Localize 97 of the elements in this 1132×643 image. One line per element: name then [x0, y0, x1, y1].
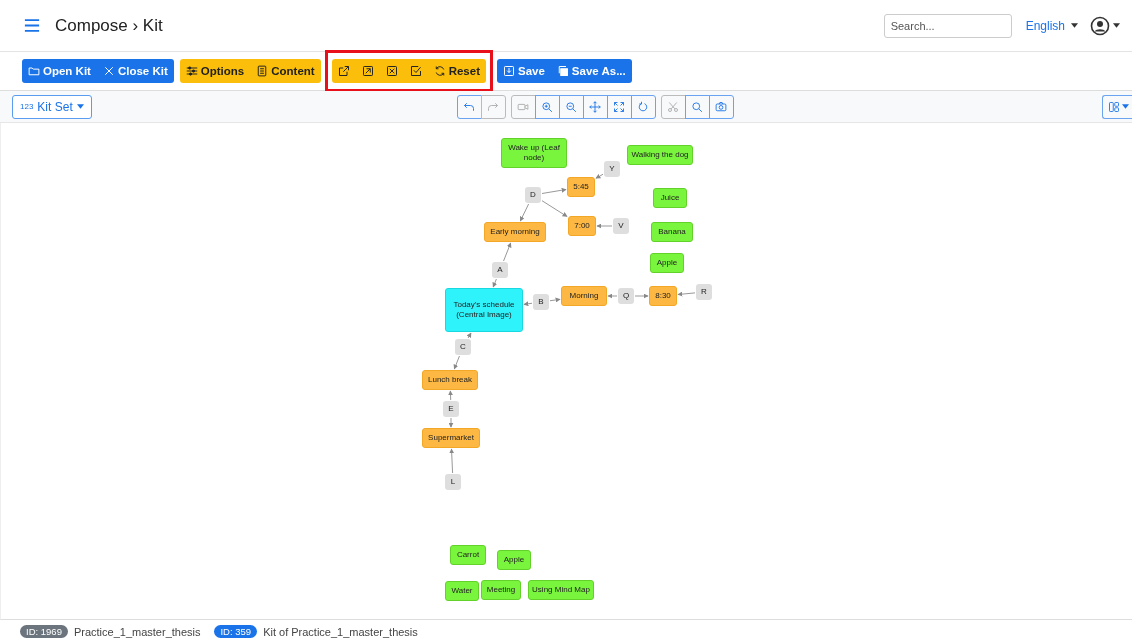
- concept-node[interactable]: 8:30: [649, 286, 677, 306]
- link-node[interactable]: C: [455, 339, 471, 355]
- zoom-in-button[interactable]: [534, 94, 560, 119]
- move-button[interactable]: [582, 94, 608, 119]
- connector: [466, 332, 472, 339]
- toolbar-button[interactable]: Save: [497, 59, 551, 83]
- document-icon: [256, 65, 269, 77]
- kit-name: Kit of Practice_1_master_thesis: [263, 625, 418, 638]
- sliders-icon: [185, 65, 198, 77]
- concept-node[interactable]: Water: [445, 581, 479, 601]
- link-node[interactable]: A: [492, 262, 508, 278]
- undo-button[interactable]: [456, 94, 482, 119]
- connector: [449, 448, 455, 474]
- close-icon: [102, 65, 115, 77]
- caret-icon: [1122, 104, 1129, 109]
- connector: [492, 278, 498, 288]
- concept-node[interactable]: Meeting: [481, 580, 521, 600]
- connector: [541, 187, 567, 194]
- fit-icon: [613, 100, 626, 113]
- link-node[interactable]: Y: [604, 161, 620, 177]
- page-title: Compose › Kit: [55, 15, 163, 36]
- connector: [519, 203, 530, 222]
- layout-dropdown[interactable]: [1102, 94, 1132, 119]
- kit-set-dropdown[interactable]: 123 Kit Set: [12, 94, 92, 119]
- camera-button[interactable]: [708, 94, 734, 119]
- zoom-out-icon: [565, 100, 578, 113]
- search-button[interactable]: [684, 94, 710, 119]
- concept-node[interactable]: Carrot: [450, 545, 486, 565]
- toolbar-button[interactable]: Content: [250, 59, 321, 83]
- connector: [503, 242, 512, 262]
- zoom-out-button[interactable]: [558, 94, 584, 119]
- connector: [596, 223, 613, 229]
- toolbar-button[interactable]: Options: [179, 59, 251, 83]
- undo-icon: [463, 100, 476, 113]
- concept-node[interactable]: Juice: [653, 188, 687, 208]
- concept-node[interactable]: Morning: [561, 286, 607, 306]
- folder-icon: [28, 65, 40, 77]
- concept-node[interactable]: Apple: [497, 550, 531, 570]
- connector: [448, 390, 454, 401]
- central-node[interactable]: Today's schedule (Central Image): [445, 288, 523, 332]
- zoom-in-icon: [541, 100, 554, 113]
- connector: [549, 297, 561, 303]
- link-node[interactable]: L: [445, 474, 461, 490]
- concept-node[interactable]: 5:45: [567, 177, 595, 197]
- caret-icon: [1071, 23, 1078, 28]
- connector: [677, 291, 696, 297]
- connector: [607, 293, 618, 299]
- id-badge: ID: 1969: [20, 625, 68, 638]
- concept-node[interactable]: Banana: [651, 222, 693, 242]
- x-box-icon: [385, 65, 398, 77]
- link-node[interactable]: R: [696, 284, 712, 300]
- redo-icon: [487, 100, 500, 113]
- caret-icon[interactable]: [1113, 23, 1120, 28]
- user-icon[interactable]: [1090, 15, 1110, 36]
- concept-node[interactable]: 7:00: [568, 216, 596, 236]
- concept-node[interactable]: Apple: [650, 253, 684, 273]
- rotate-button[interactable]: [630, 94, 656, 119]
- language-dropdown[interactable]: English: [1021, 16, 1082, 35]
- link-node[interactable]: E: [443, 401, 459, 417]
- connector: [448, 417, 454, 428]
- search-icon: [691, 100, 704, 113]
- concept-node[interactable]: Lunch break: [422, 370, 478, 390]
- concept-node[interactable]: Walking the dog: [627, 145, 693, 165]
- connector: [595, 173, 604, 179]
- layout-icon: [1108, 100, 1120, 113]
- save-icon: [503, 65, 515, 77]
- cut-icon: [667, 100, 680, 113]
- link-node[interactable]: B: [533, 294, 549, 310]
- kit-name: Practice_1_master_thesis: [73, 625, 201, 638]
- concept-node[interactable]: Supermarket: [422, 428, 480, 448]
- menu-icon[interactable]: [24, 19, 40, 32]
- toolbar-button[interactable]: Open Kit: [22, 59, 97, 83]
- search-field[interactable]: Search...: [883, 13, 1012, 38]
- check-box-icon: [409, 65, 422, 77]
- arrow-box-icon: [361, 65, 374, 77]
- rotate-icon: [637, 100, 650, 113]
- camera-icon: [715, 100, 728, 113]
- id-badge: ID: 359: [214, 625, 258, 638]
- link-node[interactable]: V: [613, 218, 629, 234]
- concept-node[interactable]: Using Mind Map: [528, 580, 594, 600]
- copy-icon: [556, 65, 569, 77]
- toolbar-button[interactable]: Reset: [427, 59, 486, 83]
- toolbar-button[interactable]: Save As...: [550, 59, 632, 83]
- concept-node[interactable]: Wake up (Leaf node): [501, 138, 567, 168]
- export-icon: [337, 65, 350, 77]
- connector: [523, 301, 533, 307]
- link-node[interactable]: D: [525, 187, 541, 203]
- connector: [634, 293, 649, 299]
- link-node[interactable]: Q: [618, 288, 634, 304]
- move-icon: [589, 100, 602, 113]
- concept-node[interactable]: Early morning: [484, 222, 546, 242]
- reload-icon: [433, 65, 446, 77]
- connector: [453, 355, 460, 370]
- fit-screen-button[interactable]: [606, 94, 632, 119]
- toolbar-button[interactable]: Close Kit: [96, 59, 174, 83]
- caret-icon: [76, 104, 84, 109]
- connector: [541, 200, 568, 217]
